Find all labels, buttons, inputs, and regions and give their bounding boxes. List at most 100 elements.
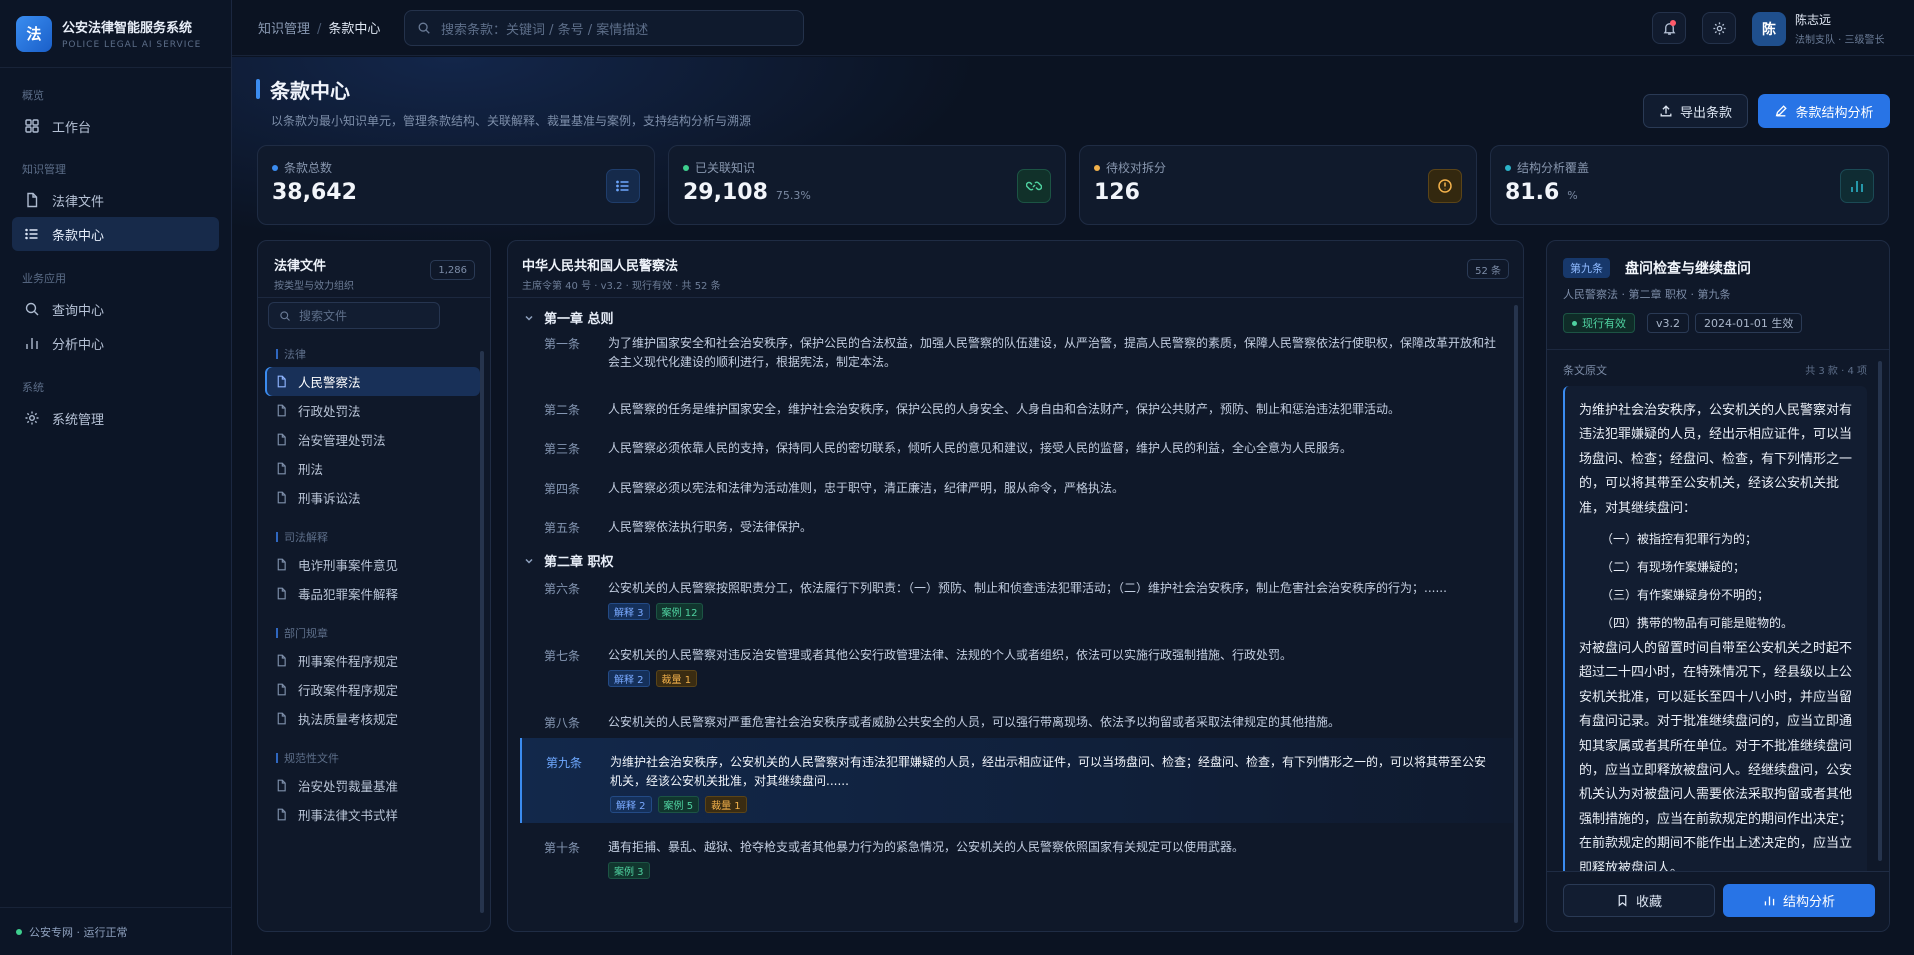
notification-button[interactable] — [1652, 12, 1686, 44]
structure-analysis-button[interactable]: 结构分析 — [1723, 884, 1875, 917]
paragraph: 为维护社会治安秩序，公安机关的人民警察对有违法犯罪嫌疑的人员，经出示相应证件，可… — [1579, 403, 1853, 516]
file-item[interactable]: 刑事案件程序规定 — [265, 646, 480, 675]
nav-item-label: 法律文件 — [52, 194, 105, 210]
article-row-selected[interactable]: 第九条 为维护社会治安秩序，公安机关的人民警察对有违法犯罪嫌疑的人员，经出示相应… — [520, 738, 1513, 823]
article-text: 为了维护国家安全和社会治安秩序，保护公民的合法权益，加强人民警察的队伍建设，从严… — [608, 336, 1497, 369]
scrollbar[interactable] — [1878, 361, 1882, 861]
page-description: 以条款为最小知识单元，管理条款结构、关联解释、裁量基准与案例，支持结构分析与溯源 — [271, 114, 752, 128]
nav-group-business: 业务应用 — [22, 272, 66, 285]
article-row[interactable]: 第三条 人民警察必须依靠人民的支持，保持同人民的密切联系，倾听人民的意见和建议，… — [520, 440, 1513, 460]
file-item[interactable]: 毒品犯罪案件解释 — [265, 579, 480, 608]
clause-item: （四）携带的物品有可能是赃物的。 — [1601, 616, 1794, 631]
tag-case[interactable]: 案例 3 — [608, 862, 650, 879]
article-number: 第七条 — [544, 649, 581, 663]
settings-button[interactable] — [1702, 12, 1736, 44]
article-detail-panel: 第九条 盘问检查与继续盘问 人民警察法 · 第二章 职权 · 第九条 现行有效 … — [1546, 240, 1890, 932]
stat-value: 29,108 — [683, 180, 768, 205]
nav-item-law-files[interactable]: 法律文件 — [12, 183, 219, 217]
document-icon — [277, 779, 286, 792]
file-item[interactable]: 执法质量考核规定 — [265, 704, 480, 733]
article-row[interactable]: 第七条 公安机关的人民警察对违反治安管理或者其他公安行政管理法律、法规的个人或者… — [520, 647, 1513, 695]
document-icon — [277, 654, 286, 667]
file-item[interactable]: 刑事法律文书式样 — [265, 800, 480, 829]
user-menu[interactable]: 陈 陈志远 法制支队 · 三级警长 — [1752, 11, 1885, 46]
file-item[interactable]: 人民警察法 — [265, 367, 480, 396]
tag-discretion[interactable]: 裁量 1 — [655, 670, 698, 687]
nav-item-workbench[interactable]: 工作台 — [12, 109, 219, 143]
file-item[interactable]: 行政处罚法 — [265, 396, 480, 425]
document-icon — [277, 712, 286, 725]
stat-sub: % — [1567, 189, 1578, 202]
sidebar: 法 公安法律智能服务系统 POLICE LEGAL AI SERVICE 概览 … — [0, 0, 232, 955]
article-breadcrumb: 人民警察法 · 第二章 职权 · 第九条 — [1563, 288, 1731, 301]
article-row[interactable]: 第二条 人民警察的任务是维护国家安全，维护社会治安秩序，保护公民的人身安全、人身… — [520, 401, 1513, 421]
upload-icon — [1660, 105, 1672, 117]
detail-actions: 收藏 结构分析 — [1547, 871, 1889, 931]
status-badge: 现行有效 — [1563, 313, 1635, 333]
chapter-heading[interactable]: 第二章 职权 — [524, 551, 614, 570]
favorite-button[interactable]: 收藏 — [1563, 884, 1715, 917]
page-title: 条款中心 — [256, 79, 350, 103]
tag-interpretation[interactable]: 解释 3 — [608, 603, 650, 620]
article-row[interactable]: 第一条 为了维护国家安全和社会治安秩序，保护公民的合法权益，加强人民警察的队伍建… — [520, 335, 1513, 375]
bar-chart-icon — [1764, 896, 1775, 906]
gear-icon — [25, 411, 39, 425]
file-item[interactable]: 行政案件程序规定 — [265, 675, 480, 704]
breadcrumb-parent[interactable]: 知识管理 — [258, 22, 310, 37]
law-meta: 主席令第 40 号 · v3.2 · 现行有效 · 共 52 条 — [522, 281, 721, 292]
article-number: 第四条 — [544, 482, 581, 496]
file-item[interactable]: 电诈刑事案件意见 — [265, 550, 480, 579]
avatar: 陈 — [1752, 11, 1786, 46]
nav-item-clause-center[interactable]: 条款中心 — [12, 217, 219, 251]
stat-card-coverage: 结构分析覆盖 81.6% — [1490, 145, 1889, 225]
topbar: 知识管理 / 条款中心 搜索条款：关键词 / 条号 / 案情描述 陈 陈志远 法制支… — [232, 0, 1914, 56]
chevron-down-icon — [525, 315, 533, 321]
tag-case[interactable]: 案例 12 — [655, 603, 704, 620]
law-text-panel: 中华人民共和国人民警察法 主席令第 40 号 · v3.2 · 现行有效 · 共… — [507, 240, 1524, 932]
clause-item: （一）被指控有犯罪行为的； — [1601, 532, 1758, 547]
article-row[interactable]: 第四条 人民警察必须以宪法和法律为活动准则，忠于职守，清正廉洁，纪律严明，服从命… — [520, 480, 1513, 500]
nav-item-query-center[interactable]: 查询中心 — [12, 292, 219, 326]
file-item[interactable]: 治安管理处罚法 — [265, 425, 480, 454]
main-content: 条款中心 以条款为最小知识单元，管理条款结构、关联解释、裁量基准与案例，支持结构… — [232, 57, 1914, 955]
tag-interpretation[interactable]: 解释 2 — [608, 670, 650, 687]
article-text: 遇有拒捕、暴乱、越狱、抢夺枪支或者其他暴力行为的紧急情况，公安机关的人民警察依照… — [608, 840, 1245, 854]
export-clauses-button[interactable]: 导出条款 — [1643, 94, 1748, 128]
article-text: 公安机关的人民警察对严重危害社会治安秩序或者威胁公共安全的人员，可以强行带离现场… — [608, 715, 1341, 729]
article-row[interactable]: 第八条 公安机关的人民警察对严重危害社会治安秩序或者威胁公共安全的人员，可以强行… — [520, 714, 1513, 734]
nav-item-analysis-center[interactable]: 分析中心 — [12, 326, 219, 360]
tag-interpretation[interactable]: 解释 2 — [610, 796, 652, 813]
article-row[interactable]: 第六条 公安机关的人民警察按照职责分工，依法履行下列职责：（一）预防、制止和侦查… — [520, 580, 1513, 628]
article-number: 第十条 — [544, 841, 581, 855]
app-subtitle: POLICE LEGAL AI SERVICE — [62, 40, 202, 50]
nav-item-system-admin[interactable]: 系统管理 — [12, 401, 219, 435]
file-item[interactable]: 刑法 — [265, 454, 480, 483]
stat-card-pending: 待校对拆分 126 — [1079, 145, 1477, 225]
article-number: 第五条 — [544, 521, 581, 535]
chapter-heading[interactable]: 第一章 总则 — [524, 308, 614, 327]
file-count-badge: 1,286 — [430, 260, 475, 280]
breadcrumb: 知识管理 / 条款中心 — [258, 22, 381, 37]
tag-discretion[interactable]: 裁量 1 — [705, 796, 747, 813]
tag-case[interactable]: 案例 5 — [657, 796, 700, 813]
article-row[interactable]: 第五条 人民警察依法执行职务，受法律保护。 — [520, 519, 1513, 539]
article-number: 第六条 — [544, 582, 581, 596]
file-item[interactable]: 治安处罚裁量基准 — [265, 771, 480, 800]
file-search-input[interactable]: 搜索文件 — [268, 302, 440, 329]
article-number: 第八条 — [544, 716, 581, 730]
section-label: 条文原文 — [1563, 364, 1607, 377]
search-placeholder: 搜索条款：关键词 / 条号 / 案情描述 — [441, 22, 649, 38]
file-group-label: 法律 — [258, 341, 490, 367]
gear-icon — [1712, 21, 1726, 35]
global-search-input[interactable]: 搜索条款：关键词 / 条号 / 案情描述 — [404, 10, 804, 46]
file-item[interactable]: 刑事诉讼法 — [265, 483, 480, 512]
section-meta: 共 3 款 · 4 项 — [1805, 366, 1867, 377]
nav-item-label: 条款中心 — [52, 228, 105, 244]
nav-item-label: 工作台 — [52, 120, 92, 136]
edit-icon — [1776, 105, 1788, 117]
article-row[interactable]: 第十条 遇有拒捕、暴乱、越狱、抢夺枪支或者其他暴力行为的紧急情况，公安机关的人民… — [520, 839, 1513, 887]
scrollbar[interactable] — [1514, 305, 1518, 923]
nav-item-label: 分析中心 — [52, 337, 105, 353]
clause-analysis-button[interactable]: 条款结构分析 — [1758, 94, 1890, 128]
version-badge: v3.2 — [1647, 313, 1690, 333]
